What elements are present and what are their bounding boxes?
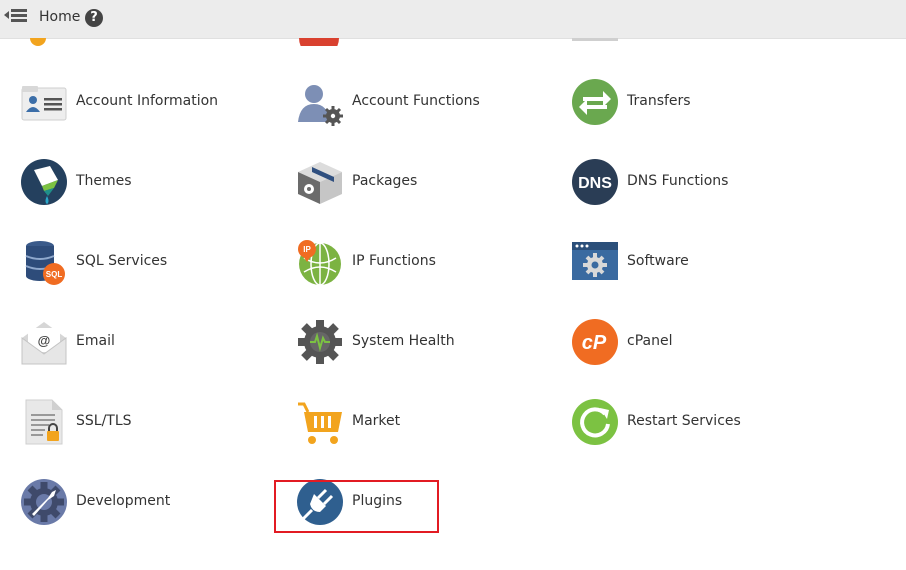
grid-item-label: Account Functions <box>352 93 480 109</box>
grid-item-label: Transfers <box>627 93 691 109</box>
grid-item-market[interactable]: Market <box>296 398 546 448</box>
grid-item-sql-services[interactable]: SQL SQL Services <box>20 238 270 288</box>
software-icon <box>572 242 618 280</box>
grid-item-label: Account Information <box>76 93 219 109</box>
email-icon: @ <box>21 322 67 365</box>
help-icon[interactable]: ? <box>85 9 103 27</box>
account-information-icon <box>21 86 67 121</box>
svg-text:SQL: SQL <box>46 270 63 279</box>
transfers-icon <box>572 79 618 125</box>
grid-item-development[interactable]: Development <box>20 478 270 528</box>
grid-item-label: IP Functions <box>352 253 436 269</box>
grid-item-label: System Health <box>352 333 455 349</box>
dns-functions-icon: DNS <box>572 159 618 205</box>
grid-item-label: Market <box>352 413 401 429</box>
sql-services-icon: SQL <box>25 241 65 285</box>
grid-item-software[interactable]: Software <box>571 238 821 288</box>
breadcrumb-home[interactable]: Home <box>39 9 80 25</box>
market-icon <box>298 402 342 444</box>
svg-text:cP: cP <box>582 332 607 354</box>
grid-item-email[interactable]: @ Email <box>20 318 270 368</box>
plugins-icon <box>297 479 343 525</box>
cpanel-icon: cP <box>572 319 618 365</box>
svg-text:@: @ <box>38 333 51 348</box>
grid-item-ssl-tls[interactable]: SSL/TLS <box>20 398 270 448</box>
partial-icon-middle <box>299 38 339 46</box>
grid-item-account-information[interactable]: Account Information <box>20 78 270 128</box>
grid-item-label: Themes <box>76 173 132 189</box>
grid-item-themes[interactable]: Themes <box>20 158 270 208</box>
restart-services-icon <box>572 399 618 445</box>
partial-icon-left <box>30 38 46 46</box>
ip-functions-icon: IP <box>298 240 341 286</box>
grid-item-label: Packages <box>352 173 418 189</box>
packages-icon <box>298 162 342 204</box>
account-functions-icon <box>298 85 343 126</box>
development-icon <box>21 479 67 525</box>
grid-item-restart-services[interactable]: Restart Services <box>571 398 821 448</box>
grid-item-label: SQL Services <box>76 253 168 269</box>
grid-item-label: Software <box>627 253 689 269</box>
grid-item-label: SSL/TLS <box>76 413 132 429</box>
grid-item-label: cPanel <box>627 333 673 349</box>
grid-item-label: Email <box>76 333 115 349</box>
themes-icon <box>21 159 67 205</box>
partial-icon-right <box>572 38 618 41</box>
grid-item-account-functions[interactable]: Account Functions <box>296 78 546 128</box>
grid-item-dns-functions[interactable]: DNS DNS Functions <box>571 158 821 208</box>
grid-item-label: Plugins <box>352 493 403 509</box>
grid-item-transfers[interactable]: Transfers <box>571 78 821 128</box>
system-health-icon <box>298 320 342 364</box>
grid-item-label: DNS Functions <box>627 173 729 189</box>
svg-text:IP: IP <box>303 245 311 254</box>
top-bar: Home ? <box>0 0 906 39</box>
grid-item-ip-functions[interactable]: IP IP Functions <box>296 238 546 288</box>
ssl-tls-icon <box>25 399 63 445</box>
grid-item-plugins[interactable]: Plugins <box>296 478 546 528</box>
grid-item-label: Development <box>76 493 171 509</box>
menu-collapse-icon[interactable] <box>4 7 28 27</box>
svg-text:DNS: DNS <box>578 175 612 192</box>
grid-item-cpanel[interactable]: cP cPanel <box>571 318 821 368</box>
grid-item-packages[interactable]: Packages <box>296 158 546 208</box>
grid-item-label: Restart Services <box>627 413 741 429</box>
grid-item-system-health[interactable]: System Health <box>296 318 546 368</box>
